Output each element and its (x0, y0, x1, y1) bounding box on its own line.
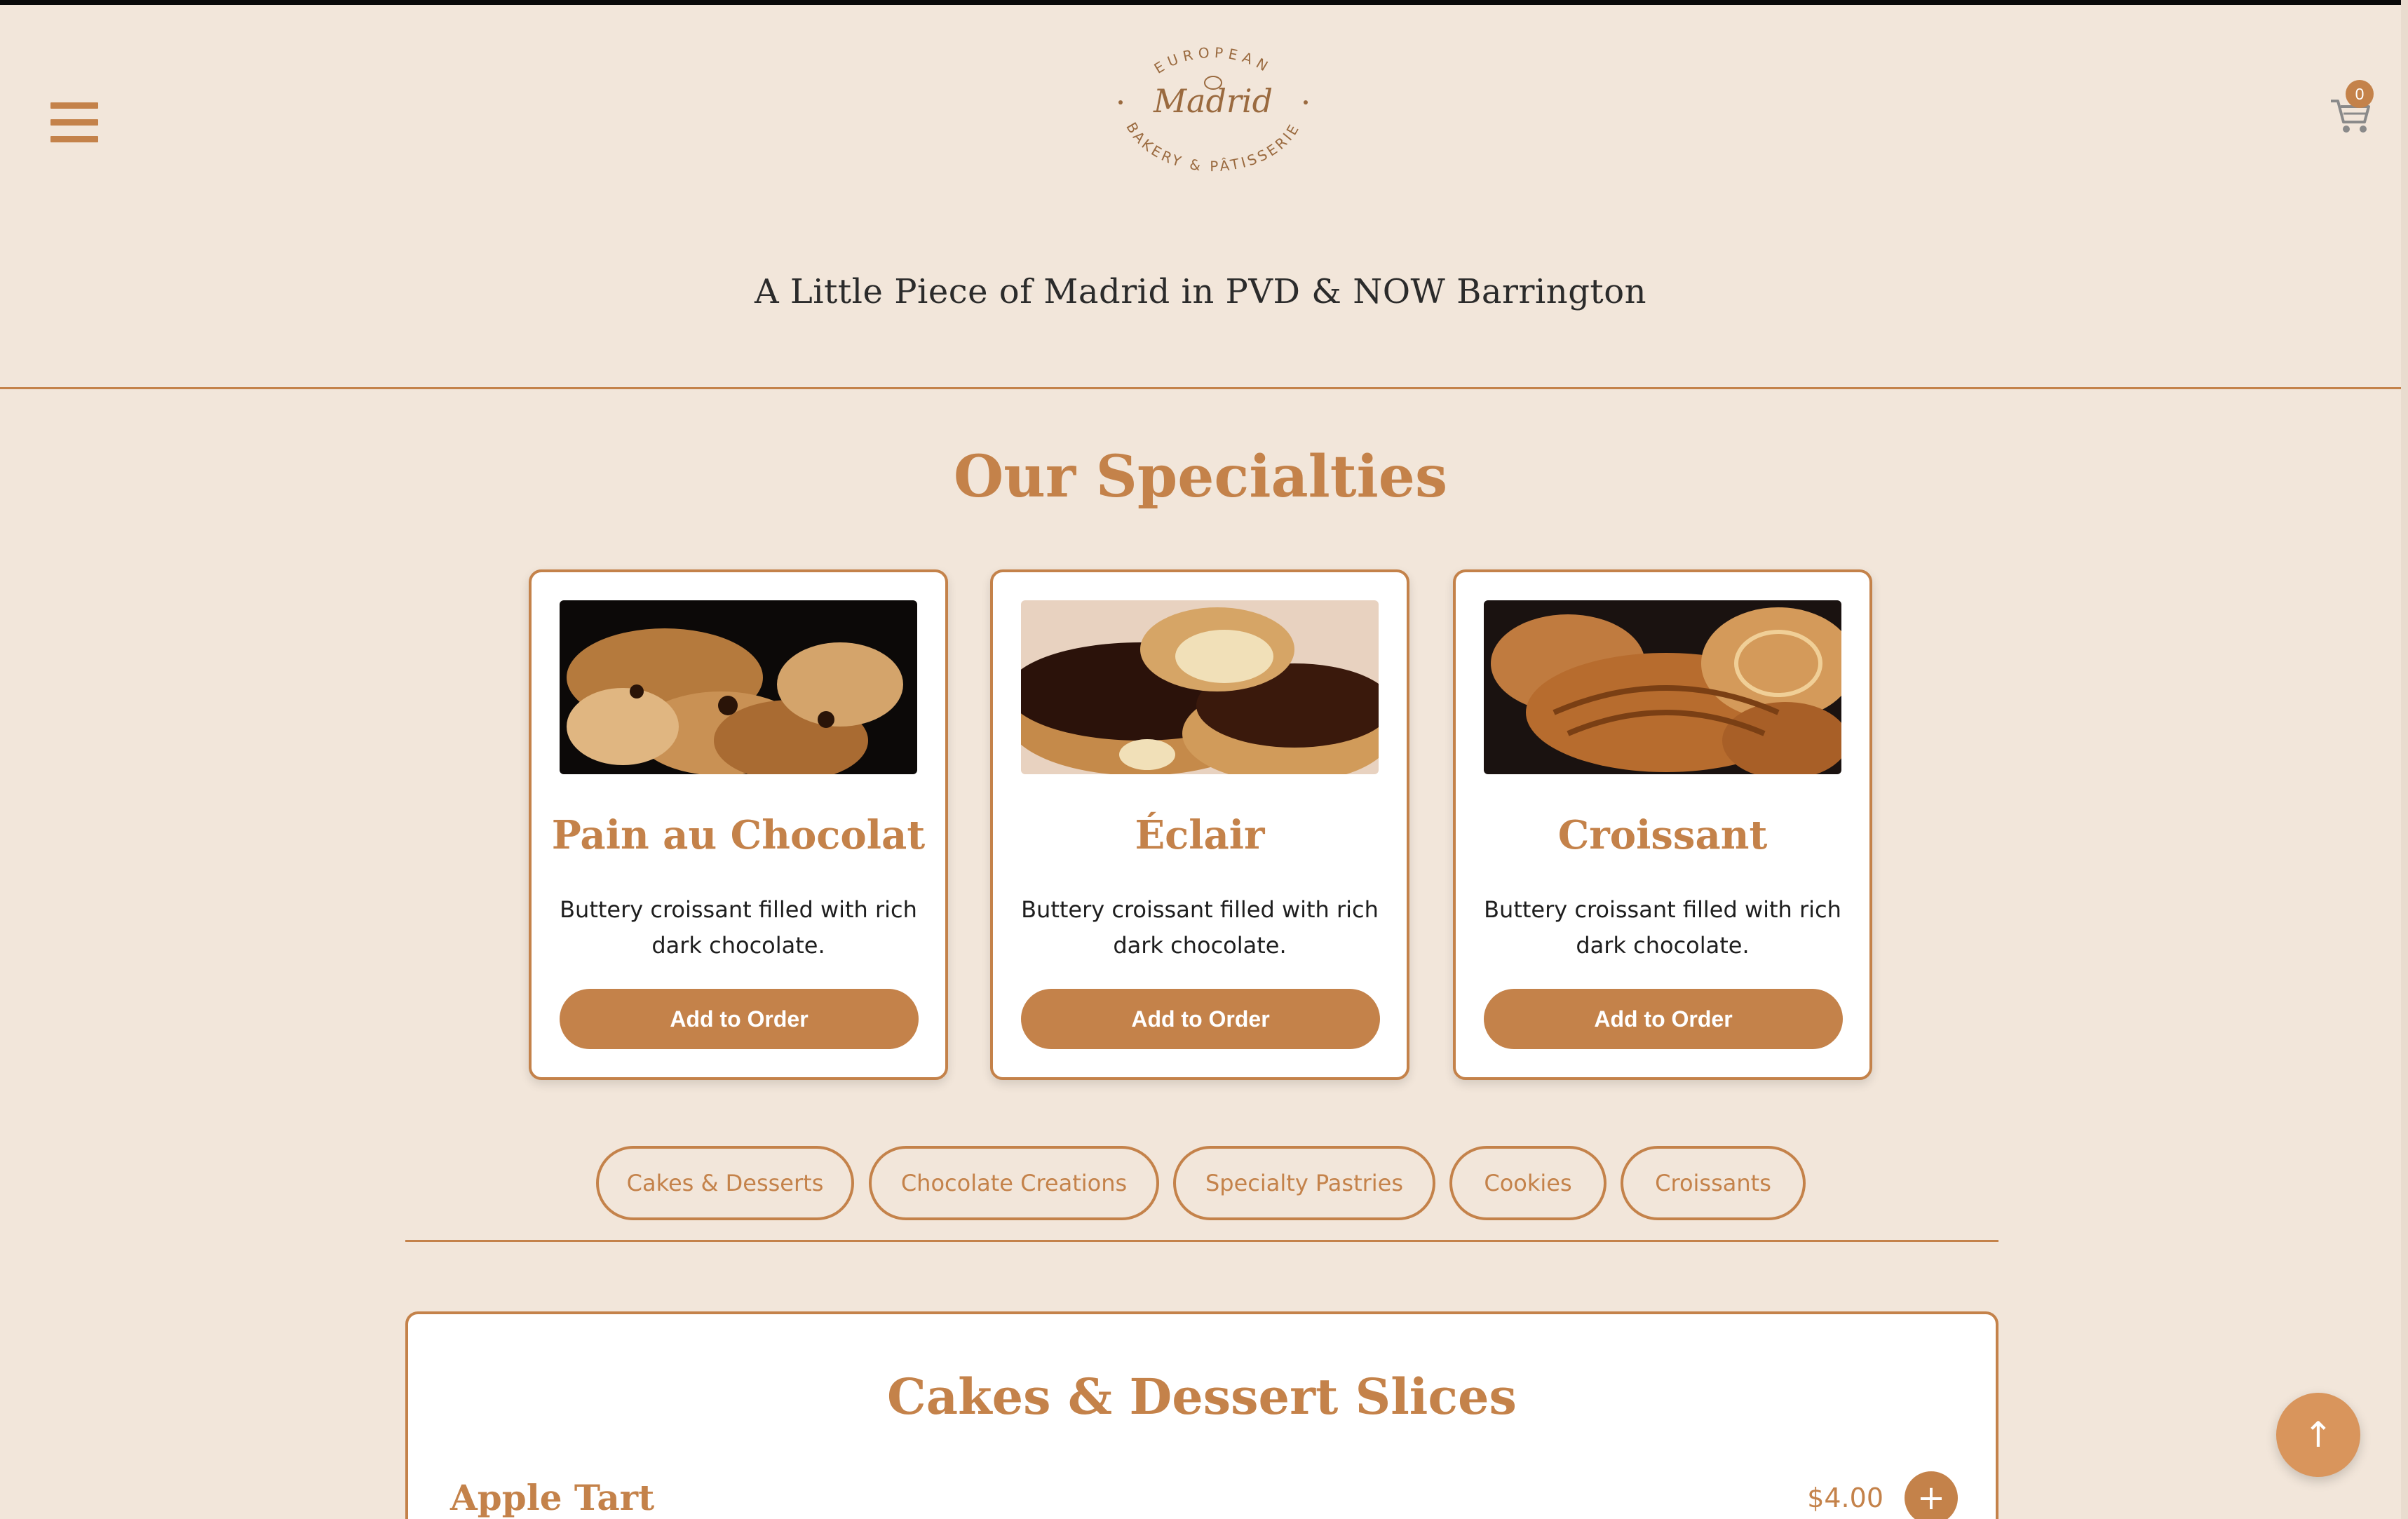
specialties-title: Our Specialties (953, 443, 1448, 511)
logo-seal: EUROPEAN BAKERY & PÂTISSERIE Madrid (1118, 44, 1308, 175)
header-divider (0, 387, 2401, 389)
category-pill-cakes-desserts[interactable]: Cakes & Desserts (596, 1146, 854, 1220)
croissant-photo (1484, 600, 1841, 774)
specialty-name: Éclair (1135, 812, 1265, 858)
specialty-name: Croissant (1557, 812, 1768, 858)
menu-section-title: Cakes & Dessert Slices (887, 1368, 1517, 1426)
specialty-description: Buttery croissant filled with rich dark … (560, 896, 917, 959)
specialty-description: Buttery croissant filled with rich dark … (1484, 896, 1841, 959)
eclair-photo (1021, 600, 1379, 774)
tagline: A Little Piece of Madrid in PVD & NOW Ba… (754, 272, 1647, 311)
category-pill-croissants[interactable]: Croissants (1621, 1146, 1806, 1220)
page-scrollbar[interactable] (2401, 0, 2408, 1519)
bakery-logo[interactable]: EUROPEAN BAKERY & PÂTISSERIE Madrid (1108, 43, 1318, 177)
add-to-order-button[interactable]: Add to Order (1021, 989, 1380, 1049)
menu-item-name: Apple Tart (450, 1477, 655, 1518)
menu-section-panel: Cakes & Dessert Slices Apple Tart $4.00 … (405, 1311, 1998, 1519)
svg-text:EUROPEAN: EUROPEAN (1151, 44, 1276, 77)
browser-top-edge (0, 0, 2408, 5)
specialty-card-eclair: Éclair Buttery croissant filled with ric… (990, 569, 1409, 1080)
svg-text:BAKERY & PÂTISSERIE: BAKERY & PÂTISSERIE (1123, 119, 1303, 175)
hamburger-menu-icon[interactable] (50, 102, 98, 143)
category-pill-specialty-pastries[interactable]: Specialty Pastries (1173, 1146, 1435, 1220)
add-to-order-button[interactable]: Add to Order (560, 989, 919, 1049)
pain-au-chocolat-photo (560, 600, 917, 774)
add-item-plus-icon[interactable]: + (1905, 1471, 1958, 1519)
scroll-to-top-arrow-icon[interactable]: ↑ (2276, 1393, 2360, 1477)
category-pill-cookies[interactable]: Cookies (1449, 1146, 1607, 1220)
specialty-description: Buttery croissant filled with rich dark … (1021, 896, 1379, 959)
cart-count-badge: 0 (2346, 80, 2374, 108)
category-pill-chocolate-creations[interactable]: Chocolate Creations (869, 1146, 1159, 1220)
specialty-card-croissant: Croissant Buttery croissant filled with … (1453, 569, 1872, 1080)
category-divider (405, 1240, 1998, 1242)
specialty-name: Pain au Chocolat (551, 812, 926, 858)
menu-item-price: $4.00 (1807, 1483, 1883, 1513)
specialty-card-pain-au-chocolat: Pain au Chocolat Buttery croissant fille… (529, 569, 948, 1080)
svg-text:Madrid: Madrid (1153, 82, 1273, 120)
add-to-order-button[interactable]: Add to Order (1484, 989, 1843, 1049)
